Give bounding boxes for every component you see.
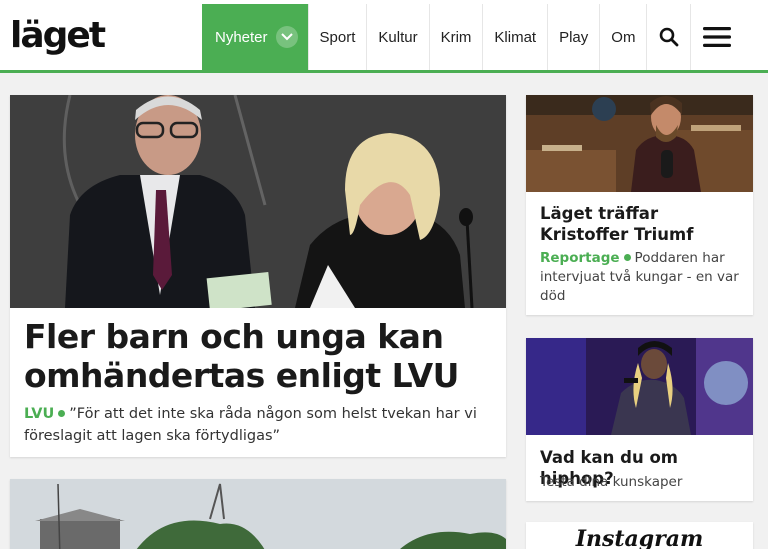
nav-item-label: Play xyxy=(559,28,589,46)
main-article-card[interactable]: Fler barn och unga kan omhändertas enlig… xyxy=(10,95,506,457)
side-article-title[interactable]: Läget träffar Kristoffer Triumf xyxy=(540,203,745,245)
article-card[interactable] xyxy=(10,479,506,549)
nav-item-klimat[interactable]: Klimat xyxy=(482,4,547,70)
search-icon xyxy=(659,27,679,47)
menu-button[interactable] xyxy=(690,4,742,70)
nav-item-krim[interactable]: Krim xyxy=(428,4,483,70)
header-accent-line xyxy=(0,70,768,73)
hamburger-icon xyxy=(702,27,731,47)
instagram-label: Instagram xyxy=(575,526,704,549)
nav-item-label: Krim xyxy=(440,28,472,46)
nav-item-label: Nyheter xyxy=(215,28,268,46)
dot-icon xyxy=(623,253,631,261)
article-lead-text: ”För att det inte ska råda någon som hel… xyxy=(24,406,477,444)
main-article-title[interactable]: Fler barn och unga kan omhändertas enlig… xyxy=(24,317,494,395)
side-article-card[interactable]: Läget träffar Kristoffer Triumf Reportag… xyxy=(526,95,753,315)
quiz-lead: Testa dina kunskaper xyxy=(540,474,683,490)
main-nav: Nyheter Sport Kultur Krim Klimat Play Om xyxy=(202,4,742,70)
nav-item-om[interactable]: Om xyxy=(599,4,646,70)
main-article-lead: LVU ”För att det inte ska råda någon som … xyxy=(24,403,494,447)
quiz-card[interactable]: Vad kan du om hiphop? Testa dina kunskap… xyxy=(526,338,753,501)
quiz-image[interactable] xyxy=(526,338,753,435)
side-article-lead: Reportage Poddaren har intervjuat två kun… xyxy=(540,249,745,306)
nav-item-sport[interactable]: Sport xyxy=(307,4,367,70)
nav-item-label: Kultur xyxy=(378,28,418,46)
article-tag[interactable]: LVU xyxy=(24,406,54,422)
nav-item-kultur[interactable]: Kultur xyxy=(366,4,428,70)
site-logo[interactable]: läget xyxy=(10,12,106,60)
search-button[interactable] xyxy=(646,4,690,70)
nav-item-label: Klimat xyxy=(494,28,537,46)
chevron-down-icon[interactable] xyxy=(275,26,298,48)
nav-item-label: Sport xyxy=(319,28,356,46)
side-article-image[interactable] xyxy=(526,95,753,192)
nav-item-label: Om xyxy=(611,28,636,46)
article-tag[interactable]: Reportage xyxy=(540,250,620,266)
main-article-image[interactable] xyxy=(10,95,506,308)
nav-item-nyheter[interactable]: Nyheter xyxy=(202,4,308,70)
nav-item-play[interactable]: Play xyxy=(547,4,599,70)
site-header: läget Nyheter Sport Kultur Krim Klimat P… xyxy=(0,0,768,73)
instagram-card[interactable]: Instagram xyxy=(526,522,753,549)
dot-icon xyxy=(58,409,66,417)
article-image[interactable] xyxy=(10,479,506,549)
